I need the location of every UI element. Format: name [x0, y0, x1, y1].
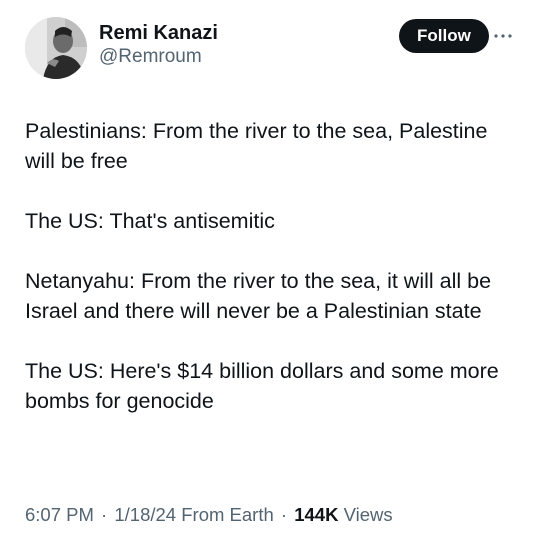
tweet-paragraph: The US: That's antisemitic: [25, 209, 275, 233]
tweet-paragraph: Palestinians: From the river to the sea,…: [25, 119, 488, 173]
avatar[interactable]: [25, 17, 87, 79]
views-label: Views: [343, 504, 393, 525]
tweet-card: Remi Kanazi @Remroum Follow Palestinians…: [0, 0, 540, 535]
tweet-paragraph: The US: Here's $14 billion dollars and s…: [25, 359, 499, 413]
more-dots-icon[interactable]: [491, 26, 515, 46]
tweet-text: Palestinians: From the river to the sea,…: [25, 116, 520, 416]
author-handle[interactable]: @Remroum: [99, 45, 218, 69]
author-names: Remi Kanazi @Remroum: [99, 21, 218, 69]
tweet-source: From Earth: [181, 504, 274, 525]
follow-button[interactable]: Follow: [399, 19, 489, 53]
views-count[interactable]: 144K: [294, 504, 338, 525]
tweet-meta: 6:07 PM · 1/18/24 From Earth · 144K View…: [25, 503, 393, 527]
avatar-photo: [25, 17, 87, 79]
tweet-header: Remi Kanazi @Remroum Follow: [25, 17, 515, 79]
meta-separator: ·: [101, 504, 108, 525]
meta-separator: ·: [280, 504, 288, 525]
tweet-time[interactable]: 6:07 PM: [25, 504, 94, 525]
tweet-date[interactable]: 1/18/24: [114, 504, 176, 525]
tweet-paragraph: Netanyahu: From the river to the sea, it…: [25, 269, 492, 323]
author-display-name[interactable]: Remi Kanazi: [99, 21, 218, 45]
